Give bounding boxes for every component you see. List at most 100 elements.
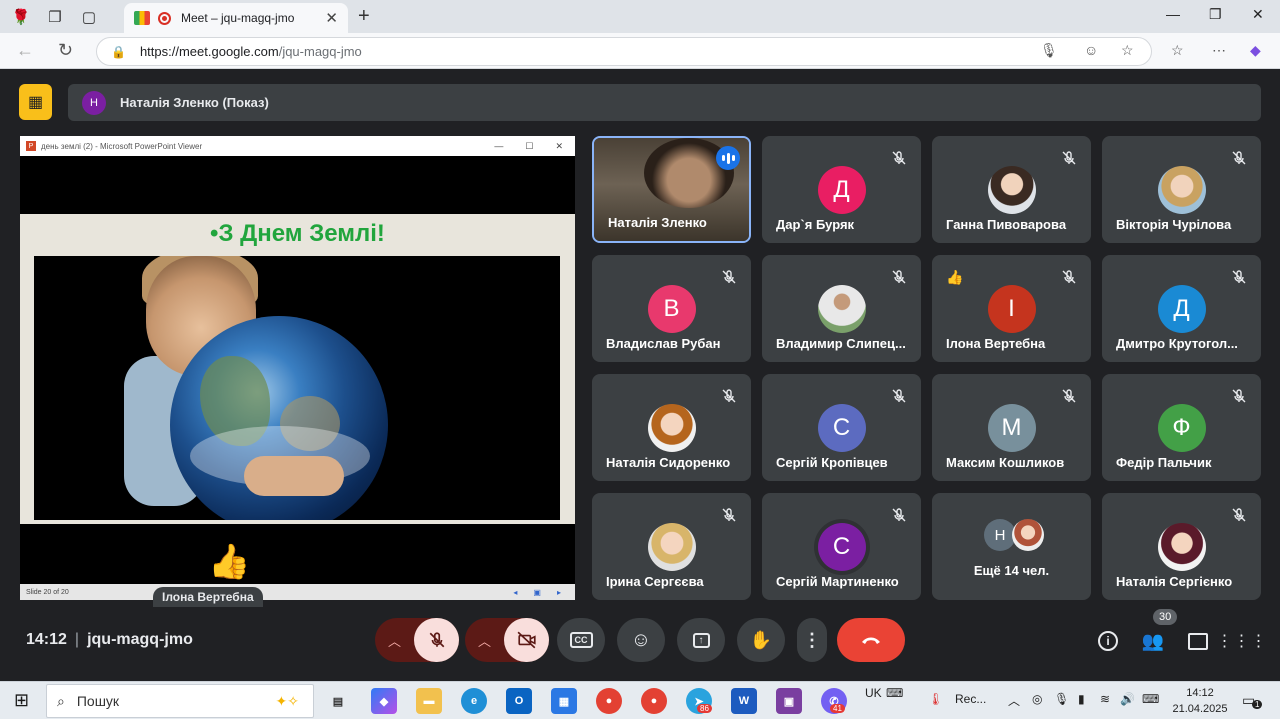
favorite-star-icon[interactable]: ☆ bbox=[1121, 42, 1134, 59]
back-button[interactable]: ← bbox=[16, 40, 34, 61]
mic-icon[interactable]: 🎙 bbox=[1040, 42, 1058, 59]
url-host: https://meet.google.com bbox=[139, 44, 279, 59]
tray-chevron-icon[interactable]: ︿ bbox=[1008, 692, 1020, 709]
present-screen-button[interactable]: ↑ bbox=[677, 618, 725, 662]
chrome-icon[interactable]: ● bbox=[596, 688, 622, 714]
tray-wifi-icon[interactable]: ≋ bbox=[1100, 692, 1110, 706]
keyboard-icon[interactable]: ⌨ bbox=[886, 686, 903, 700]
participant-tile[interactable]: Наталія Сидоренко bbox=[592, 374, 751, 481]
participant-name: Сергій Кропівцев bbox=[776, 455, 888, 470]
mic-options-chevron-icon[interactable]: ︿ bbox=[375, 631, 414, 650]
tray-keyboard-icon[interactable]: ⌨ bbox=[1142, 692, 1159, 706]
edge-icon[interactable]: e bbox=[461, 688, 487, 714]
camera-off-icon bbox=[517, 631, 536, 649]
more-options-button[interactable]: ⋮ bbox=[797, 618, 827, 662]
save-app-icon[interactable]: ▣ bbox=[776, 688, 802, 714]
chat-button[interactable] bbox=[1186, 629, 1210, 653]
viber-badge: 41 bbox=[830, 704, 845, 713]
participant-avatar bbox=[1157, 523, 1206, 571]
mic-off-icon bbox=[892, 389, 906, 403]
meeting-info: 14:12 | jqu-magq-jmo bbox=[26, 631, 193, 648]
tab-actions-icon[interactable]: ▢ bbox=[76, 4, 102, 30]
participant-tile[interactable]: М Максим Кошликов bbox=[932, 374, 1091, 481]
more-avatar-2 bbox=[1012, 519, 1044, 551]
people-icon: 👥 bbox=[1141, 630, 1165, 651]
participant-tile[interactable]: Д Дмитро Крутогол... bbox=[1102, 255, 1261, 362]
participant-tile[interactable]: 👍 І Ілона Вертебна bbox=[932, 255, 1091, 362]
participant-tile[interactable]: Ганна Пивоварова bbox=[932, 136, 1091, 243]
leave-call-button[interactable] bbox=[837, 618, 905, 662]
meet-favicon-icon bbox=[134, 11, 150, 25]
participant-tile[interactable]: В Владислав Рубан bbox=[592, 255, 751, 362]
participant-name: Дар`я Буряк bbox=[776, 217, 855, 232]
mic-off-icon bbox=[429, 632, 444, 648]
tray-device-icon[interactable]: ◎ bbox=[1032, 692, 1042, 706]
participant-avatar bbox=[817, 285, 866, 333]
favorites-icon[interactable]: ☆ bbox=[1171, 42, 1184, 59]
copilot-app-icon[interactable]: ◆ bbox=[371, 688, 397, 714]
mic-control: ︿ bbox=[375, 618, 459, 662]
new-tab-button[interactable]: + bbox=[358, 5, 370, 28]
participant-tile[interactable]: Д Дар`я Буряк bbox=[762, 136, 921, 243]
mic-off-icon bbox=[1232, 270, 1246, 284]
taskbar-clock[interactable]: 14:12 21.04.2025 bbox=[1170, 685, 1230, 717]
rec-label[interactable]: Rec... bbox=[955, 692, 986, 706]
participant-name: Ілона Вертебна bbox=[946, 336, 1046, 351]
windows-start-icon[interactable]: ⊞ bbox=[14, 690, 29, 711]
minimize-button[interactable]: — bbox=[1166, 6, 1180, 22]
word-icon[interactable]: W bbox=[731, 688, 757, 714]
thermometer-icon: 🌡 bbox=[928, 692, 944, 706]
close-window-button[interactable]: ✕ bbox=[1252, 6, 1264, 23]
participant-tile[interactable]: Ф Федір Пальчик bbox=[1102, 374, 1261, 481]
participant-tile[interactable]: Вікторія Чурілова bbox=[1102, 136, 1261, 243]
activities-button[interactable]: ⋮⋮⋮ bbox=[1217, 629, 1267, 653]
meeting-details-button[interactable]: i bbox=[1096, 629, 1120, 653]
mic-off-icon bbox=[1062, 270, 1076, 284]
participant-avatar: В bbox=[647, 285, 696, 333]
url-field[interactable]: 🔒 https://meet.google.com/jqu-magq-jmo bbox=[96, 37, 1152, 66]
participant-avatar bbox=[1157, 166, 1206, 214]
camera-toggle-button[interactable] bbox=[504, 618, 549, 662]
more-participants-tile[interactable]: Н Ещё 14 чел. bbox=[932, 493, 1091, 600]
ppt-window-titlebar: P день землі (2) - Microsoft PowerPoint … bbox=[20, 136, 575, 156]
workspaces-icon[interactable]: ❐ bbox=[42, 4, 68, 30]
chrome-profile-icon[interactable]: ● bbox=[641, 688, 667, 714]
more-menu-icon[interactable]: ⋯ bbox=[1212, 42, 1226, 59]
emoji-icon[interactable]: ☺ bbox=[1084, 42, 1098, 58]
participant-tile[interactable]: Наталія Зленко bbox=[592, 136, 751, 243]
copilot-icon[interactable]: ◆ bbox=[1250, 42, 1261, 59]
refresh-button[interactable]: ↻ bbox=[58, 40, 73, 61]
participant-grid: Наталія Зленко Д Дар`я Буряк Ганна Пивов… bbox=[592, 136, 1264, 602]
taskbar-search[interactable]: ⌕ Пошук ✦✧ bbox=[46, 684, 314, 718]
meet-main: ▦ Н Наталія Зленко (Показ) P день землі … bbox=[4, 69, 1276, 679]
participant-name: Федір Пальчик bbox=[1116, 455, 1212, 470]
people-button[interactable]: 👥 bbox=[1141, 629, 1165, 653]
url-path: /jqu-magq-jmo bbox=[278, 44, 362, 59]
participant-tile[interactable]: Владимир Слипец... bbox=[762, 255, 921, 362]
maximize-button[interactable]: ❐ bbox=[1209, 6, 1222, 23]
outlook-icon[interactable]: O bbox=[506, 688, 532, 714]
participant-tile[interactable]: Ірина Сергєєва bbox=[592, 493, 751, 600]
mic-toggle-button[interactable] bbox=[414, 618, 459, 662]
tray-battery-icon[interactable]: ▮ bbox=[1078, 692, 1085, 706]
presentation-pin-button[interactable]: ▦ bbox=[19, 84, 52, 120]
mic-off-icon bbox=[892, 151, 906, 165]
lock-icon[interactable]: 🔒 bbox=[111, 45, 126, 59]
task-view-icon[interactable]: ▤ bbox=[325, 688, 351, 714]
captions-button[interactable]: CC bbox=[557, 618, 605, 662]
address-bar-row: ← ↻ 🔒 https://meet.google.com/jqu-magq-j… bbox=[0, 33, 1280, 69]
tray-mic-icon[interactable]: 🎙 bbox=[1054, 692, 1069, 706]
file-explorer-icon[interactable]: ▬ bbox=[416, 688, 442, 714]
tray-volume-icon[interactable]: 🔊 bbox=[1120, 692, 1135, 706]
store-icon[interactable]: ▦ bbox=[551, 688, 577, 714]
language-indicator[interactable]: UK bbox=[865, 686, 882, 700]
tab-meet[interactable]: Meet – jqu-magq-jmo ✕ bbox=[124, 3, 348, 33]
reactions-button[interactable]: ☺ bbox=[617, 618, 665, 662]
raise-hand-button[interactable]: ✋ bbox=[737, 618, 785, 662]
participant-tile[interactable]: С Сергій Мартиненко bbox=[762, 493, 921, 600]
participant-tile[interactable]: Наталія Сергієнко bbox=[1102, 493, 1261, 600]
camera-options-chevron-icon[interactable]: ︿ bbox=[465, 631, 504, 650]
close-tab-icon[interactable]: ✕ bbox=[325, 9, 338, 27]
participant-tile[interactable]: С Сергій Кропівцев bbox=[762, 374, 921, 481]
profile-icon[interactable]: 🌹 bbox=[8, 4, 34, 30]
